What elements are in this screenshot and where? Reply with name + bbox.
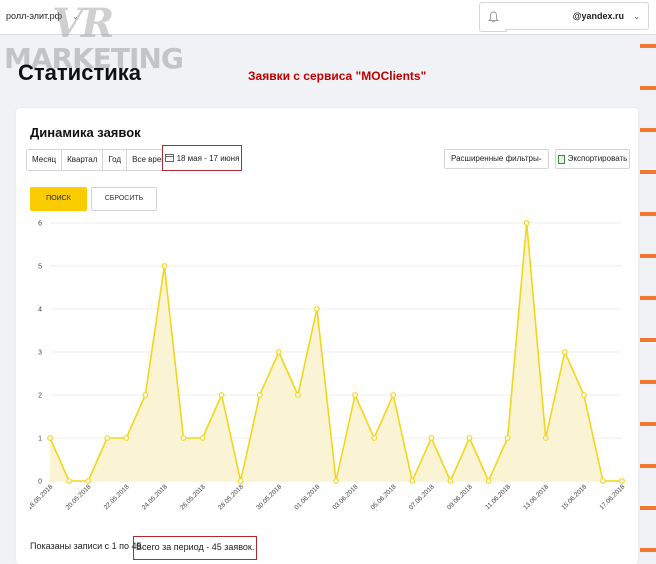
data-point[interactable] bbox=[104, 435, 111, 441]
data-point[interactable] bbox=[561, 349, 568, 355]
export-label: Экспортировать bbox=[567, 154, 628, 163]
data-point[interactable] bbox=[180, 435, 187, 441]
data-point[interactable] bbox=[580, 392, 587, 398]
data-point[interactable] bbox=[256, 392, 263, 398]
search-button[interactable]: ПОИСК bbox=[30, 187, 87, 211]
export-button[interactable]: Экспортировать bbox=[555, 149, 630, 169]
y-tick-label: 6 bbox=[38, 221, 42, 228]
period-month-button[interactable]: Месяц bbox=[27, 150, 63, 170]
bell-icon bbox=[487, 11, 499, 23]
y-tick-label: 4 bbox=[38, 307, 42, 314]
y-tick-label: 1 bbox=[38, 436, 42, 443]
x-tick-label: 26.05.2018 bbox=[179, 483, 207, 511]
data-point[interactable] bbox=[352, 392, 358, 398]
data-point[interactable] bbox=[428, 435, 435, 441]
x-tick-label: 07.06.2018 bbox=[408, 483, 436, 511]
data-point[interactable] bbox=[142, 392, 149, 398]
reset-button[interactable]: СБРОСИТЬ bbox=[91, 187, 157, 211]
data-point[interactable] bbox=[485, 478, 492, 484]
side-panel-edge bbox=[640, 40, 656, 564]
x-tick-label: 17.06.2018 bbox=[598, 483, 626, 511]
user-menu[interactable]: @yandex.ru ⌄ bbox=[505, 2, 649, 30]
site-selector[interactable]: ролл-элит.рф ⌄ bbox=[6, 4, 79, 28]
data-point[interactable] bbox=[409, 478, 416, 484]
x-tick-label: 20.05.2018 bbox=[65, 483, 93, 511]
data-point[interactable] bbox=[466, 435, 473, 441]
period-quarter-button[interactable]: Квартал bbox=[62, 150, 104, 170]
statistics-card: Динамика заявок Месяц Квартал Год Все вр… bbox=[16, 108, 638, 564]
data-point[interactable] bbox=[600, 478, 606, 484]
x-tick-label: 15.06.2018 bbox=[560, 483, 588, 511]
advanced-filters-dropdown[interactable]: Расширенные фильтры ⌄ bbox=[444, 149, 549, 169]
data-point[interactable] bbox=[523, 220, 530, 226]
calendar-icon bbox=[164, 154, 174, 162]
x-tick-label: 28.05.2018 bbox=[217, 483, 245, 511]
x-tick-label: 01.06.2018 bbox=[293, 483, 321, 511]
data-point[interactable] bbox=[123, 435, 130, 441]
x-tick-label: 30.05.2018 bbox=[255, 483, 283, 511]
period-year-button[interactable]: Год bbox=[103, 150, 128, 170]
x-tick-label: 13.06.2018 bbox=[522, 483, 550, 511]
period-selector: Месяц Квартал Год Все время bbox=[26, 149, 178, 171]
data-point[interactable] bbox=[161, 263, 168, 269]
data-point[interactable] bbox=[504, 435, 511, 441]
data-point[interactable] bbox=[218, 392, 225, 398]
x-tick-label: 05.06.2018 bbox=[370, 483, 398, 511]
data-point[interactable] bbox=[66, 478, 72, 484]
x-tick-label: 24.05.2018 bbox=[141, 483, 169, 511]
chevron-down-icon: ⌄ bbox=[633, 12, 640, 21]
y-tick-label: 3 bbox=[38, 350, 42, 357]
data-point[interactable] bbox=[447, 478, 454, 484]
data-point[interactable] bbox=[275, 349, 282, 355]
data-point[interactable] bbox=[237, 478, 244, 484]
card-title: Динамика заявок bbox=[30, 125, 141, 140]
data-point[interactable] bbox=[85, 478, 92, 484]
data-point[interactable] bbox=[314, 306, 320, 312]
chevron-down-icon: ⌄ bbox=[537, 155, 543, 162]
x-tick-label: 18.05.2018 bbox=[30, 483, 55, 511]
data-point[interactable] bbox=[542, 435, 549, 441]
notifications-button[interactable] bbox=[479, 2, 507, 32]
top-bar: ролл-элит.рф ⌄ @yandex.ru ⌄ bbox=[0, 0, 656, 35]
x-tick-label: 11.06.2018 bbox=[484, 483, 512, 511]
date-range-picker[interactable]: 18 мая - 17 июня bbox=[162, 145, 242, 171]
date-range-label: 18 мая - 17 июня bbox=[176, 153, 240, 163]
data-point[interactable] bbox=[390, 392, 397, 398]
filters-label: Расширенные фильтры bbox=[451, 154, 539, 163]
data-point[interactable] bbox=[294, 392, 301, 398]
data-point[interactable] bbox=[371, 435, 378, 441]
data-point[interactable] bbox=[619, 478, 625, 484]
x-tick-label: 03.06.2018 bbox=[332, 483, 360, 511]
period-total-text: Всего за период - 45 заявок. bbox=[133, 536, 258, 560]
data-point[interactable] bbox=[333, 478, 339, 484]
user-email: @yandex.ru bbox=[572, 11, 624, 21]
page-title: Статистика bbox=[18, 60, 141, 85]
requests-chart: 0 1 2 3 4 5 6 18.05.2018 20.05.2018 22.05.2018 24… bbox=[30, 220, 627, 511]
document-icon bbox=[557, 154, 565, 164]
y-tick-label: 2 bbox=[38, 393, 42, 400]
records-shown-text: Показаны записи с 1 по 45. bbox=[30, 541, 145, 551]
y-tick-label: 5 bbox=[38, 264, 42, 271]
site-name: ролл-элит.рф bbox=[6, 11, 63, 21]
x-tick-label: 22.05.2018 bbox=[103, 483, 131, 511]
y-tick-label: 0 bbox=[38, 479, 42, 486]
chevron-down-icon: ⌄ bbox=[72, 11, 79, 21]
x-tick-label: 09.06.2018 bbox=[446, 483, 474, 511]
data-point[interactable] bbox=[47, 435, 53, 441]
data-point[interactable] bbox=[199, 435, 206, 441]
service-banner: Заявки с сервиса "MOClients" bbox=[248, 69, 427, 83]
